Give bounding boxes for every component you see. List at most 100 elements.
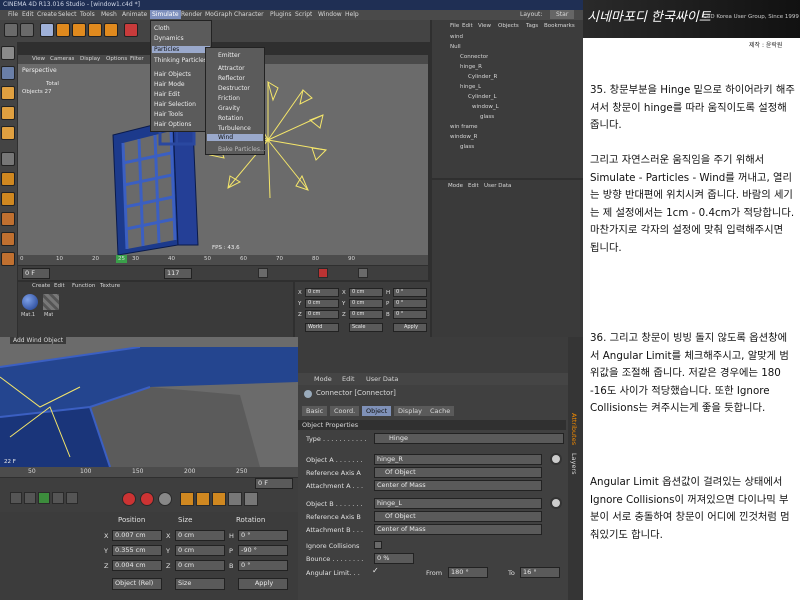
filter-menu[interactable]: Filter: [130, 56, 144, 62]
options-menu[interactable]: Options: [106, 56, 127, 62]
material-menu-create[interactable]: Create: [32, 283, 50, 289]
keyframe-select-button[interactable]: [158, 492, 172, 506]
om-menu-objects[interactable]: Objects: [498, 23, 519, 29]
om-menu-file[interactable]: File: [450, 23, 459, 29]
undo-icon[interactable]: [4, 23, 18, 37]
attr-top-edit[interactable]: Edit: [468, 183, 479, 189]
attr-top-userdata[interactable]: User Data: [484, 183, 511, 189]
tab-basic[interactable]: Basic: [302, 406, 328, 416]
material-swatch-2[interactable]: [43, 294, 59, 310]
simulate-item-hair-selection[interactable]: Hair Selection: [154, 101, 196, 108]
particles-item-attractor[interactable]: Attractor: [218, 65, 245, 72]
menu-simulate[interactable]: Simulate: [150, 10, 181, 19]
cs-pos-x[interactable]: 0 cm: [305, 288, 339, 297]
object-glass-1[interactable]: glass: [480, 114, 494, 120]
snap-icon[interactable]: [1, 152, 15, 166]
viewport-bottom[interactable]: Add Wind Object 22 F: [0, 337, 298, 467]
prev-frame-button[interactable]: [24, 492, 36, 504]
keyframe-button-top[interactable]: [358, 268, 368, 278]
om-menu-tags[interactable]: Tags: [526, 23, 538, 29]
coords-size-select[interactable]: Size: [175, 578, 225, 590]
layout-select[interactable]: Star: [550, 10, 575, 19]
autokey-button[interactable]: [140, 492, 154, 506]
particles-item-friction[interactable]: Friction: [218, 95, 240, 102]
object-hinge-l[interactable]: hinge_L: [460, 84, 481, 90]
recent-icon[interactable]: [104, 23, 118, 37]
play-button[interactable]: [38, 492, 50, 504]
cs-apply-button[interactable]: Apply: [393, 323, 427, 332]
frame-start-field[interactable]: 0 F: [22, 268, 50, 279]
particles-item-turbulence[interactable]: Turbulence: [218, 125, 251, 132]
menu-edit[interactable]: Edit: [22, 11, 34, 18]
particles-item-wind[interactable]: Wind: [207, 134, 263, 141]
object-wind[interactable]: wind: [450, 34, 463, 40]
simulate-item-particles[interactable]: Particles: [152, 46, 210, 53]
attr-menu-edit[interactable]: Edit: [342, 375, 355, 383]
cs-pos-z[interactable]: 0 cm: [305, 310, 339, 319]
material-menu-edit[interactable]: Edit: [54, 283, 65, 289]
object-win-frame[interactable]: win frame: [450, 124, 478, 130]
workplane-icon[interactable]: [1, 192, 15, 206]
menu-tools[interactable]: Tools: [80, 11, 95, 18]
coords-pos-z[interactable]: 0.004 cm: [112, 560, 162, 571]
menu-mograph[interactable]: MoGraph: [205, 11, 232, 18]
object-window-r[interactable]: window_R: [450, 134, 477, 140]
timeline-current[interactable]: 25: [116, 255, 127, 263]
lower-frame-field[interactable]: 0 F: [255, 478, 293, 489]
rotate-icon[interactable]: [88, 23, 102, 37]
coords-pos-x[interactable]: 0.007 cm: [112, 530, 162, 541]
sculpt-icon[interactable]: [1, 212, 15, 226]
simulate-item-hair-tools[interactable]: Hair Tools: [154, 111, 183, 118]
menu-file[interactable]: File: [8, 11, 18, 18]
pla-key-button[interactable]: [244, 492, 258, 506]
magnet-icon[interactable]: [1, 252, 15, 266]
timeline-top[interactable]: 0 10 20 25 30 40 50 60 70 80 90: [18, 255, 428, 265]
points-mode-icon[interactable]: [1, 86, 15, 100]
bounce-field[interactable]: 0 %: [374, 553, 414, 564]
object-b-field[interactable]: hinge_L: [374, 498, 542, 509]
coords-rot-b[interactable]: 0 °: [238, 560, 288, 571]
menu-select[interactable]: Select: [58, 11, 77, 18]
object-a-picker-icon[interactable]: [550, 453, 562, 465]
coords-size-y[interactable]: 0 cm: [175, 545, 225, 556]
view-menu[interactable]: View: [32, 56, 45, 62]
x-axis-icon[interactable]: [124, 23, 138, 37]
goto-end-button[interactable]: [66, 492, 78, 504]
om-menu-edit[interactable]: Edit: [462, 23, 473, 29]
next-frame-button[interactable]: [52, 492, 64, 504]
attr-menu-mode[interactable]: Mode: [314, 375, 332, 383]
move-icon[interactable]: [56, 23, 70, 37]
simulate-item-hair-objects[interactable]: Hair Objects: [154, 71, 191, 78]
ref-axis-a-select[interactable]: Of Object: [374, 467, 542, 478]
coords-pos-y[interactable]: 0.355 cm: [112, 545, 162, 556]
cs-world-select[interactable]: World: [305, 323, 339, 332]
object-a-field[interactable]: hinge_R: [374, 454, 542, 465]
object-hinge-r[interactable]: hinge_R: [460, 64, 482, 70]
cs-rot-p[interactable]: 0 °: [393, 299, 427, 308]
cs-size-y[interactable]: 0 cm: [349, 299, 383, 308]
coords-mode-select[interactable]: Object (Rel): [112, 578, 162, 590]
edges-mode-icon[interactable]: [1, 106, 15, 120]
om-menu-bookmarks[interactable]: Bookmarks: [544, 23, 575, 29]
cs-size-x[interactable]: 0 cm: [349, 288, 383, 297]
play-button-top[interactable]: [258, 268, 268, 278]
tab-cache[interactable]: Cache: [426, 406, 455, 416]
record-button[interactable]: [122, 492, 136, 506]
record-button-top[interactable]: [318, 268, 328, 278]
attach-a-select[interactable]: Center of Mass: [374, 480, 542, 491]
texture-mode-icon[interactable]: [1, 66, 15, 80]
attr-top-mode[interactable]: Mode: [448, 183, 463, 189]
polygons-mode-icon[interactable]: [1, 126, 15, 140]
side-tab-layers[interactable]: Layers: [570, 453, 578, 475]
param-key-button[interactable]: [228, 492, 242, 506]
cs-size-z[interactable]: 0 cm: [349, 310, 383, 319]
simulate-item-hair-edit[interactable]: Hair Edit: [154, 91, 180, 98]
ref-axis-b-select[interactable]: Of Object: [374, 511, 542, 522]
menu-create[interactable]: Create: [37, 11, 57, 18]
model-mode-icon[interactable]: [1, 46, 15, 60]
om-menu-view[interactable]: View: [478, 23, 491, 29]
coords-apply-button[interactable]: Apply: [238, 578, 288, 590]
attr-menu-userdata[interactable]: User Data: [366, 375, 398, 383]
menu-mesh[interactable]: Mesh: [101, 11, 117, 18]
material-menu-function[interactable]: Function: [72, 283, 95, 289]
